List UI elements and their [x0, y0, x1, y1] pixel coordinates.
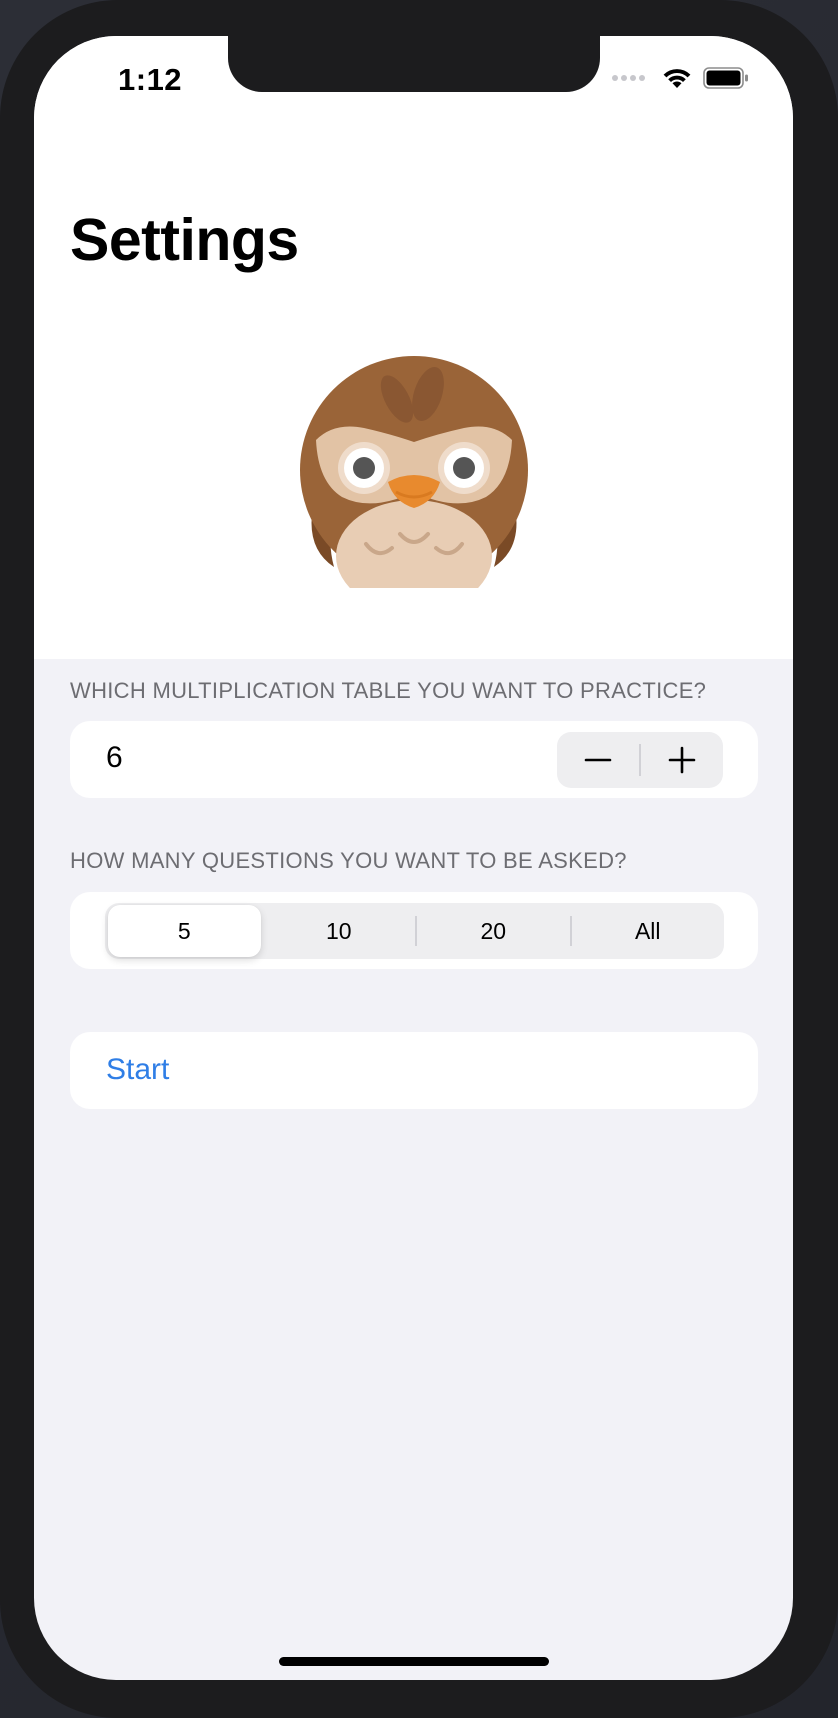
segment-all[interactable]: All [572, 905, 725, 957]
table-section-header: WHICH MULTIPLICATION TABLE YOU WANT TO P… [70, 678, 707, 703]
cellular-signal-icon [612, 75, 645, 81]
segment-10[interactable]: 10 [263, 905, 416, 957]
status-icons [612, 66, 749, 90]
home-indicator[interactable] [279, 1657, 549, 1666]
increment-button[interactable] [641, 732, 723, 788]
device-notch [228, 36, 600, 92]
minus-icon [584, 758, 612, 762]
questions-section-header: HOW MANY QUESTIONS YOU WANT TO BE ASKED? [70, 848, 627, 873]
owl-avatar-icon [296, 352, 532, 612]
start-button[interactable]: Start [70, 1032, 758, 1109]
table-stepper[interactable] [557, 732, 723, 788]
app-screen: 1:12 Settings WHICH MULTIPLICATION TABLE… [34, 36, 793, 1680]
wifi-icon [661, 66, 693, 90]
segment-20[interactable]: 20 [417, 905, 570, 957]
start-label: Start [106, 1053, 170, 1086]
decrement-button[interactable] [557, 732, 639, 788]
questions-segmented-control[interactable]: 5 10 20 All [105, 903, 724, 959]
table-value: 6 [106, 741, 123, 774]
status-time: 1:12 [118, 62, 183, 97]
questions-picker-card: 5 10 20 All [70, 892, 758, 969]
battery-icon [703, 66, 749, 90]
segment-5[interactable]: 5 [108, 905, 261, 957]
page-title: Settings [70, 207, 299, 273]
plus-icon [668, 746, 696, 774]
table-stepper-card: 6 [70, 721, 758, 798]
